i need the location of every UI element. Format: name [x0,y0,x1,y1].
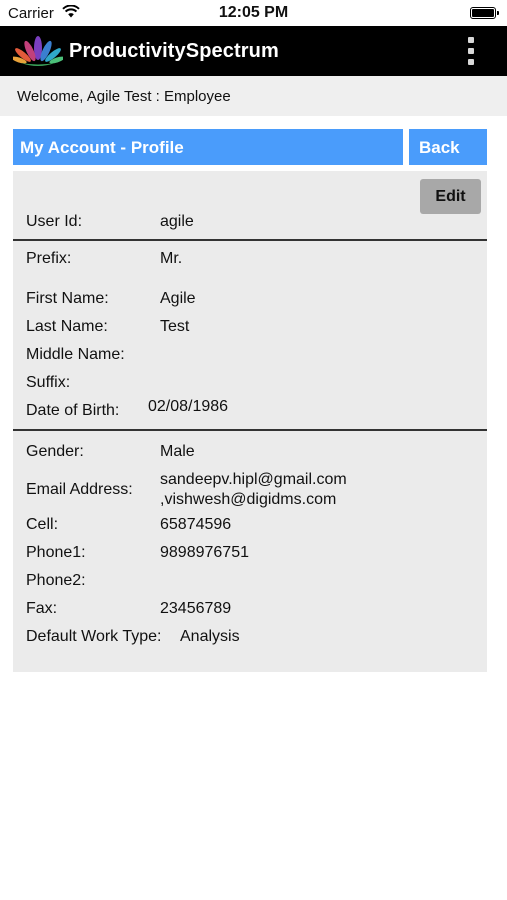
app-title: ProductivitySpectrum [69,40,279,62]
first-name-value: Agile [160,290,196,307]
cell-value: 65874596 [160,516,232,533]
gender-value: Male [160,443,195,460]
cell-label: Cell: [26,516,59,533]
page-title-bar: My Account - Profile [13,129,403,165]
prefix-value: Mr. [160,250,183,267]
email-value-line2: ,vishwesh@digidms.com [160,491,337,508]
edit-button[interactable]: Edit [420,179,481,214]
battery-icon [470,7,499,19]
back-button[interactable]: Back [409,129,487,165]
section-divider [13,239,487,241]
last-name-label: Last Name: [26,318,108,335]
page-title: My Account - Profile [20,138,184,157]
prefix-label: Prefix: [26,250,72,267]
gender-label: Gender: [26,443,84,460]
user-id-label: User Id: [26,213,83,230]
user-id-value: agile [160,213,194,230]
profile-panel [13,171,487,672]
welcome-text: Welcome, Agile Test : Employee [17,88,231,105]
work-type-label: Default Work Type: [26,628,162,645]
clock-time: 12:05 PM [218,4,289,21]
email-label: Email Address: [26,481,133,498]
app-header: ProductivitySpectrum [0,26,507,76]
status-bar: Carrier 12:05 PM [0,0,507,26]
fax-label: Fax: [26,600,58,617]
phone1-value: 9898976751 [160,544,249,561]
phone2-label: Phone2: [26,572,86,589]
welcome-bar: Welcome, Agile Test : Employee [0,76,507,116]
first-name-label: First Name: [26,290,109,307]
section-divider [13,429,487,431]
vertical-dots-menu-icon[interactable] [462,35,482,67]
dob-label: Date of Birth: [26,402,120,419]
dob-value: 02/08/1986 [148,398,229,415]
middle-name-label: Middle Name: [26,346,125,363]
phone1-label: Phone1: [26,544,86,561]
work-type-value: Analysis [180,628,240,645]
fax-value: 23456789 [160,600,232,617]
suffix-label: Suffix: [26,374,71,391]
last-name-value: Test [160,318,190,335]
email-value-line1: sandeepv.hipl@gmail.com [160,471,347,488]
lotus-logo-icon [13,36,63,66]
back-button-label: Back [419,138,460,157]
